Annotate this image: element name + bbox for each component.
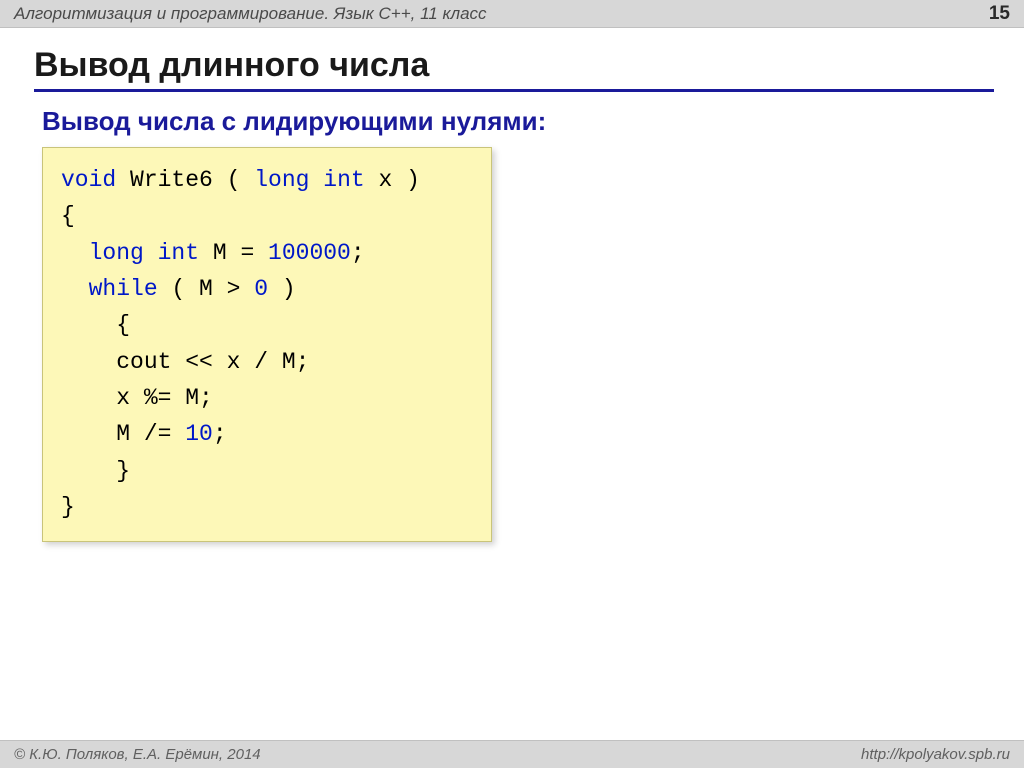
var-M-eq: M =	[199, 240, 268, 266]
paren-close: )	[406, 167, 420, 193]
code-line-6: cout << x / M;	[61, 344, 473, 380]
code-line-7: x %= M;	[61, 380, 473, 416]
keyword-long-int: long int	[254, 167, 364, 193]
code-line-4: while ( M > 0 )	[61, 271, 473, 307]
code-line-1: void Write6 ( long int x )	[61, 162, 473, 198]
subtitle-colon: :	[538, 106, 547, 136]
code-line-9: }	[61, 453, 473, 489]
footer-bar: © К.Ю. Поляков, Е.А. Ерёмин, 2014 http:/…	[0, 740, 1024, 768]
pad	[61, 276, 89, 302]
code-line-3: long int M = 100000;	[61, 235, 473, 271]
cond-close: )	[268, 276, 296, 302]
pad: M /=	[61, 421, 185, 447]
code-line-5: {	[61, 307, 473, 343]
code-line-2: {	[61, 198, 473, 234]
pad	[61, 240, 89, 266]
num-10: 10	[185, 421, 213, 447]
subtitle-text: Вывод числа с лидирующими нулями	[42, 106, 538, 136]
content-area: Вывод длинного числа Вывод числа с лидир…	[0, 28, 1024, 542]
code-line-10: }	[61, 489, 473, 525]
header-bar: Алгоритмизация и программирование. Язык …	[0, 0, 1024, 28]
code-line-8: M /= 10;	[61, 416, 473, 452]
keyword-long-int-2: long int	[89, 240, 199, 266]
subtitle: Вывод числа с лидирующими нулями:	[42, 106, 994, 137]
header-title: Алгоритмизация и программирование. Язык …	[14, 4, 487, 24]
page-number: 15	[989, 3, 1010, 25]
num-100000: 100000	[268, 240, 351, 266]
num-0: 0	[254, 276, 268, 302]
param-x: x	[365, 167, 406, 193]
copyright: © К.Ю. Поляков, Е.А. Ерёмин, 2014	[14, 746, 261, 763]
semi: ;	[351, 240, 365, 266]
page-title: Вывод длинного числа	[34, 46, 994, 92]
cond-open: ( M >	[158, 276, 255, 302]
semi: ;	[213, 421, 227, 447]
fn-name: Write6	[116, 167, 226, 193]
code-block: void Write6 ( long int x ) { long int M …	[42, 147, 492, 542]
keyword-void: void	[61, 167, 116, 193]
keyword-while: while	[89, 276, 158, 302]
website-url: http://kpolyakov.spb.ru	[861, 746, 1010, 763]
paren-open: (	[227, 167, 255, 193]
